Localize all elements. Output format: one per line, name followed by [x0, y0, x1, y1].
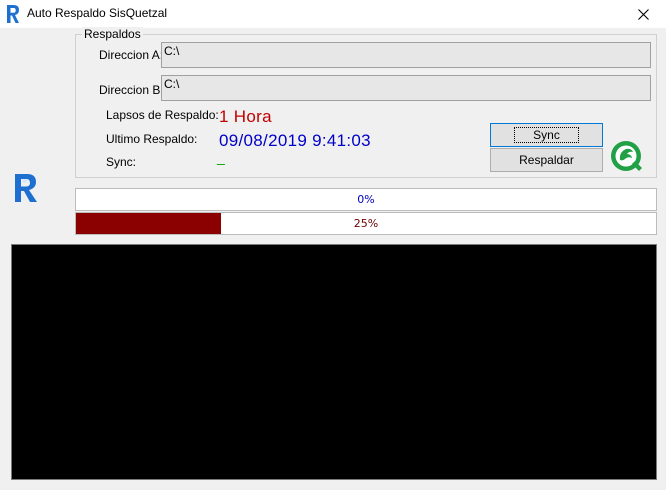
close-icon — [637, 8, 649, 20]
dir-b-label: Direccion B: — [99, 83, 164, 97]
ultimo-value: 09/08/2019 9:41:03 — [219, 131, 371, 150]
sync-button[interactable]: Sync — [490, 123, 603, 147]
progress-text: 0% — [357, 193, 375, 206]
sync-value: _ — [217, 149, 226, 165]
group-legend: Respaldos — [82, 27, 143, 41]
progress-text: 25% — [353, 217, 379, 230]
progress-bar-respaldo: 25% — [75, 212, 657, 235]
r-brand-logo-icon — [15, 174, 37, 202]
close-button[interactable] — [620, 0, 666, 28]
window-title: Auto Respaldo SisQuetzal — [27, 6, 168, 20]
dir-b-field[interactable]: C:\ — [161, 75, 651, 101]
sisquetzal-logo-icon — [611, 141, 642, 171]
sync-label: Sync: — [106, 155, 137, 169]
app-r-logo-icon — [7, 5, 19, 23]
dir-a-label: Direccion A: — [99, 48, 164, 62]
ultimo-label: Ultimo Respaldo: — [106, 132, 198, 146]
progress-bar-sync: 0% — [75, 188, 657, 211]
lapsos-value: 1 Hora — [219, 107, 272, 126]
sync-button-label: Sync — [514, 127, 579, 143]
title-bar: Auto Respaldo SisQuetzal — [0, 0, 666, 28]
respaldar-button[interactable]: Respaldar — [490, 148, 603, 172]
lapsos-label: Lapsos de Respaldo: — [106, 108, 219, 122]
dir-a-field[interactable]: C:\ — [161, 42, 651, 68]
console-output[interactable] — [11, 244, 657, 480]
